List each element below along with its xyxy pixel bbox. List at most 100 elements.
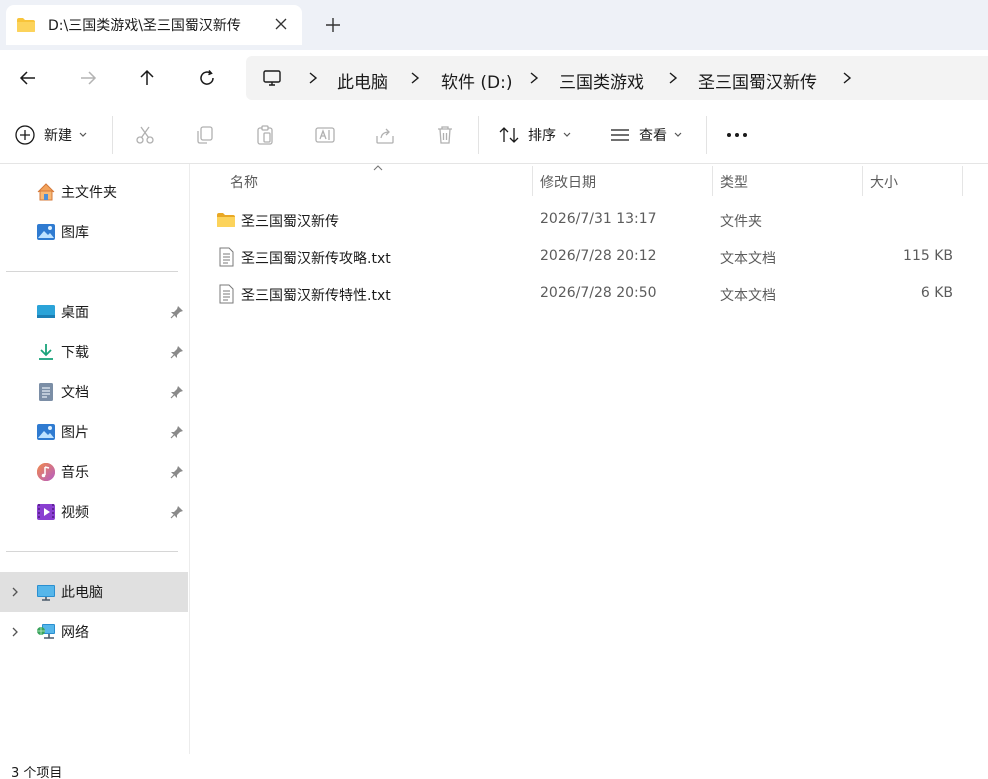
column-header-name[interactable]: 名称 [230, 172, 258, 192]
column-header-date[interactable]: 修改日期 [540, 172, 596, 192]
new-button[interactable]: 新建 [14, 121, 88, 149]
breadcrumb-sanguo-games[interactable]: 三国类游戏 [559, 68, 644, 93]
file-row[interactable]: 圣三国蜀汉新传特性.txt 2026/7/28 20:50 文本文档 6 KB [203, 276, 973, 312]
sidebar-item-label: 桌面 [61, 305, 89, 321]
arrow-left-icon [19, 71, 35, 85]
file-list: 名称 修改日期 类型 大小 圣三国蜀汉新传 2026/7/31 13:17 文件… [191, 164, 988, 754]
more-options-button[interactable] [724, 121, 750, 149]
breadcrumb-this-pc[interactable]: 此电脑 [337, 68, 388, 93]
refresh-button[interactable] [193, 64, 221, 92]
column-header-row: 名称 修改日期 类型 大小 [191, 164, 988, 198]
refresh-icon [200, 70, 214, 85]
address-bar[interactable]: 此电脑 软件 (D:) 三国类游戏 圣三国蜀汉新传 [246, 56, 988, 100]
videos-icon [37, 504, 55, 520]
this-pc-icon [37, 585, 55, 601]
more-horizontal-icon [727, 133, 747, 137]
monitor-icon[interactable] [262, 68, 282, 88]
chevron-down-icon [79, 132, 87, 137]
copy-button[interactable] [194, 121, 216, 149]
breadcrumb-drive-d[interactable]: 软件 (D:) [441, 68, 513, 93]
toolbar-divider [478, 116, 479, 154]
column-divider[interactable] [532, 166, 533, 196]
chevron-right-icon[interactable] [9, 625, 21, 639]
tab-current-folder[interactable]: D:\三国类游戏\圣三国蜀汉新传 [6, 5, 302, 45]
rename-icon [315, 127, 335, 143]
delete-button[interactable] [434, 121, 456, 149]
sidebar-item-home[interactable]: 主文件夹 [0, 172, 188, 212]
sidebar-item-music[interactable]: 音乐 [0, 452, 188, 492]
pictures-icon [37, 424, 55, 440]
sidebar-item-documents[interactable]: 文档 [0, 372, 188, 412]
file-date: 2026/7/28 20:50 [540, 285, 657, 301]
chevron-right-icon[interactable] [840, 70, 854, 86]
download-icon [39, 344, 53, 360]
sidebar-item-desktop[interactable]: 桌面 [0, 292, 188, 332]
up-button[interactable] [133, 64, 161, 92]
sidebar-item-label: 图片 [61, 425, 89, 441]
file-name: 圣三国蜀汉新传 [241, 214, 339, 230]
file-size: 6 KB [920, 285, 953, 301]
sort-icon [499, 127, 519, 143]
sidebar-divider [6, 271, 178, 272]
pin-icon[interactable] [170, 385, 184, 399]
scissors-icon [136, 126, 154, 144]
navigation-bar: 此电脑 软件 (D:) 三国类游戏 圣三国蜀汉新传 [0, 50, 988, 106]
sidebar-item-label: 音乐 [61, 465, 89, 481]
pin-icon[interactable] [170, 305, 184, 319]
breadcrumb-current-folder[interactable]: 圣三国蜀汉新传 [698, 68, 817, 93]
share-button[interactable] [374, 121, 396, 149]
column-header-size[interactable]: 大小 [870, 172, 898, 192]
network-icon [37, 624, 55, 639]
chevron-right-icon[interactable] [527, 70, 541, 86]
file-name: 圣三国蜀汉新传特性.txt [241, 288, 391, 304]
sidebar-item-this-pc[interactable]: 此电脑 [0, 572, 188, 612]
sidebar-item-videos[interactable]: 视频 [0, 492, 188, 532]
plus-circle-icon [15, 125, 35, 145]
close-icon[interactable] [272, 15, 290, 33]
sidebar-item-pictures[interactable]: 图片 [0, 412, 188, 452]
sidebar-item-label: 图库 [61, 225, 89, 241]
pin-icon[interactable] [170, 425, 184, 439]
sidebar-item-network[interactable]: 网络 [0, 612, 188, 652]
chevron-right-icon[interactable] [408, 70, 422, 86]
navigation-pane: 主文件夹 图库 桌面 下载 文档 图片 音乐 视频 此电脑 网络 [0, 164, 190, 754]
column-divider[interactable] [712, 166, 713, 196]
forward-button[interactable] [74, 64, 102, 92]
pin-icon[interactable] [170, 465, 184, 479]
file-row[interactable]: 圣三国蜀汉新传 2026/7/31 13:17 文件夹 [203, 202, 973, 238]
folder-icon [217, 213, 235, 227]
back-button[interactable] [14, 64, 42, 92]
desktop-icon [37, 305, 55, 318]
chevron-right-icon[interactable] [9, 585, 21, 599]
sidebar-divider [6, 551, 178, 552]
new-tab-icon[interactable] [322, 14, 344, 36]
view-button[interactable]: 查看 [609, 121, 683, 149]
new-button-label: 新建 [44, 128, 72, 144]
music-icon [37, 463, 55, 481]
sidebar-item-label: 主文件夹 [61, 185, 117, 201]
chevron-right-icon[interactable] [666, 70, 680, 86]
arrow-right-icon [81, 71, 97, 85]
status-item-count: 3 个项目 [11, 766, 63, 779]
sidebar-item-downloads[interactable]: 下载 [0, 332, 188, 372]
file-date: 2026/7/31 13:17 [540, 211, 657, 227]
column-divider[interactable] [962, 166, 963, 196]
tab-bar: D:\三国类游戏\圣三国蜀汉新传 [0, 0, 988, 50]
text-file-icon [219, 284, 234, 304]
file-row[interactable]: 圣三国蜀汉新传攻略.txt 2026/7/28 20:12 文本文档 115 K… [203, 239, 973, 275]
sidebar-item-gallery[interactable]: 图库 [0, 212, 188, 252]
cut-button[interactable] [134, 121, 156, 149]
pin-icon[interactable] [170, 345, 184, 359]
sort-button-label: 排序 [528, 128, 556, 144]
paste-button[interactable] [254, 121, 276, 149]
file-type: 文件夹 [720, 214, 762, 230]
rename-button[interactable] [314, 121, 336, 149]
sidebar-item-label: 视频 [61, 505, 89, 521]
toolbar-divider [112, 116, 113, 154]
column-divider[interactable] [862, 166, 863, 196]
chevron-right-icon[interactable] [306, 70, 320, 86]
column-header-type[interactable]: 类型 [720, 172, 748, 192]
sort-button[interactable]: 排序 [498, 121, 572, 149]
home-icon [37, 183, 55, 201]
pin-icon[interactable] [170, 505, 184, 519]
